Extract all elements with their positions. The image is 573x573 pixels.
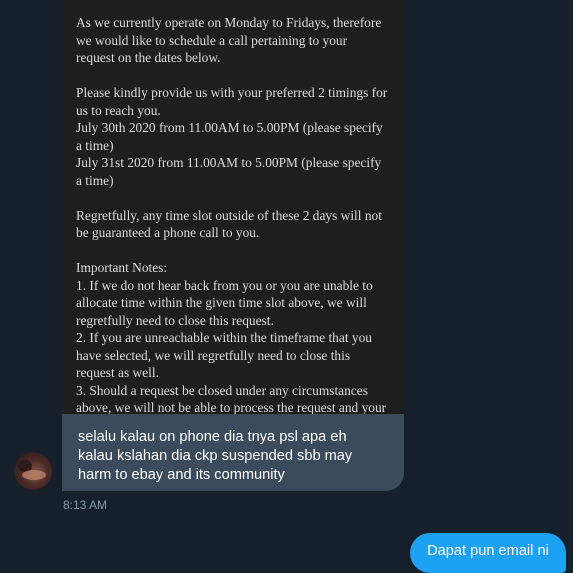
- message-text-line: kalau kslahan dia ckp suspended sbb may: [78, 448, 353, 464]
- incoming-message-bubble[interactable]: selalu kalau on phone dia tnya psl apa e…: [62, 414, 404, 491]
- email-line: July 30th 2020 from 11.00AM to 5.00PM (p…: [76, 120, 383, 135]
- email-line: have selected, we will regretfully need …: [76, 347, 351, 363]
- email-line: request as well.: [76, 365, 159, 380]
- email-blank-line: [76, 242, 392, 260]
- email-line: a time): [76, 137, 114, 153]
- message-text-line: harm to ebay and its community: [78, 467, 285, 483]
- sender-avatar[interactable]: [14, 452, 52, 490]
- email-line: us to reach you.: [76, 102, 161, 118]
- email-blank-line: [76, 67, 392, 85]
- message-timestamp: 8:13 AM: [63, 498, 108, 512]
- email-line: Important Notes:: [76, 260, 168, 275]
- email-line: As we currently operate on Monday to Fri…: [76, 15, 382, 30]
- email-line: 1. If we do not hear back from you or yo…: [76, 277, 373, 293]
- email-line: 3. Should a request be closed under any …: [76, 382, 368, 398]
- email-line: Please kindly provide us with your prefe…: [76, 85, 388, 100]
- email-line: a time): [76, 172, 114, 188]
- email-line: we would like to schedule a call pertain…: [76, 32, 348, 48]
- message-text-line: selalu kalau on phone dia tnya psl apa e…: [78, 429, 347, 445]
- email-line: above, we will not be able to process th…: [76, 400, 387, 414]
- email-line: 2. If you are unreachable within the tim…: [76, 330, 372, 345]
- email-blank-line: [76, 189, 392, 207]
- outgoing-message-bubble[interactable]: Dapat pun email ni: [410, 533, 566, 573]
- avatar-image-detail: [22, 470, 46, 480]
- email-line: July 31st 2020 from 11.00AM to 5.00PM (p…: [76, 155, 382, 170]
- email-line: request on the dates below.: [76, 50, 221, 65]
- email-line: regretfully need to close this request.: [76, 312, 274, 328]
- email-line: allocate time within the given time slot…: [76, 295, 367, 310]
- email-line: be guaranteed a phone call to you.: [76, 225, 260, 240]
- email-line: Regretfully, any time slot outside of th…: [76, 207, 382, 223]
- attached-email-screenshot[interactable]: As we currently operate on Monday to Fri…: [62, 0, 404, 414]
